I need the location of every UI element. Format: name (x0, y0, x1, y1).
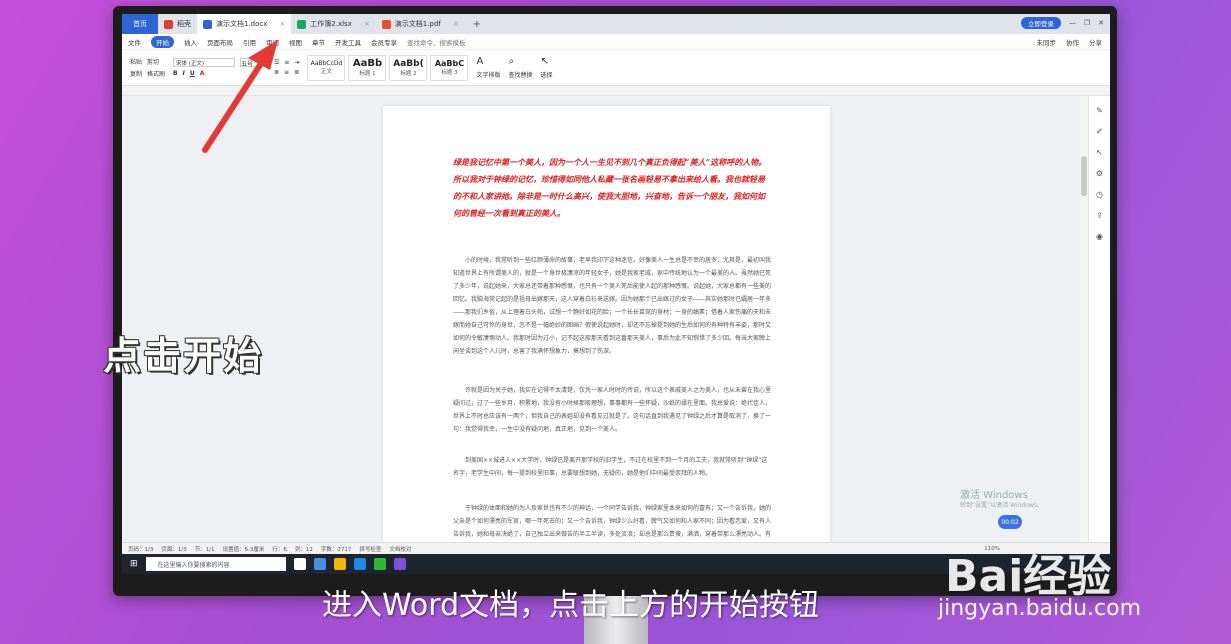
baidu-url: jingyan.baidu.com (938, 596, 1142, 621)
subtitle: 进入Word文档，点击上方的开始按钮 (322, 588, 820, 623)
baidu-logo: Bai经验 (945, 551, 1112, 602)
overlay-click-label: 点击开始 (103, 334, 264, 378)
